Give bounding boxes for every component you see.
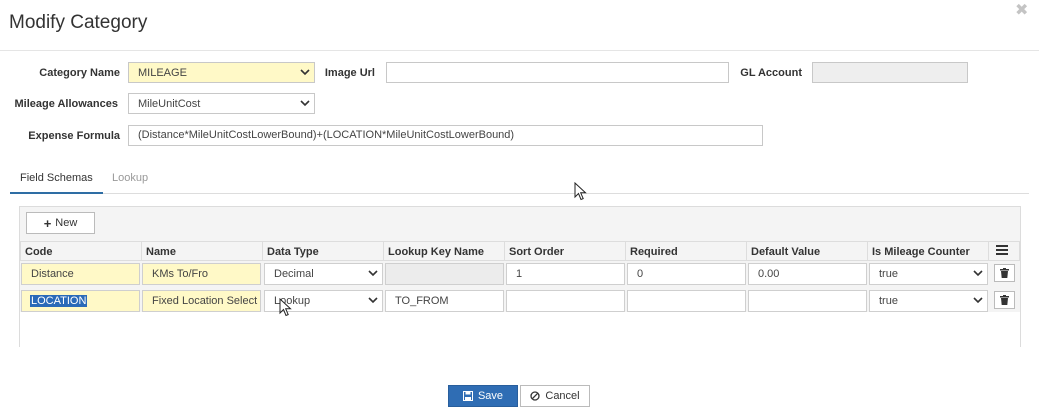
column-header-required[interactable]: Required [626,241,747,261]
row2-name-input[interactable]: Fixed Location Select [142,290,261,312]
row1-data-type-value: Decimal [274,268,314,280]
plus-icon: + [43,215,52,231]
row2-sort-order-input[interactable] [506,290,625,312]
chevron-down-icon [300,69,310,76]
row1-lookup-key-input[interactable] [385,263,504,285]
category-name-label: Category Name [39,67,120,79]
row2-code-input[interactable]: LOCATION [21,290,140,312]
hamburger-menu-icon[interactable] [996,245,1008,255]
expense-formula-input[interactable]: (Distance*MileUnitCostLowerBound)+(LOCAT… [128,125,763,146]
tabs-divider [10,193,1029,194]
row1-required-input[interactable]: 0 [627,263,746,285]
column-header-is-mileage-counter[interactable]: Is Mileage Counter [868,241,989,261]
save-button[interactable]: Save [448,385,518,407]
chevron-down-icon [300,100,310,107]
new-button[interactable]: + New [26,212,95,234]
row1-name-input[interactable]: KMs To/Fro [142,263,261,285]
category-name-value: MILEAGE [138,67,187,79]
mouse-pointer-icon [574,182,587,201]
column-header-sort-order[interactable]: Sort Order [505,241,626,261]
new-button-label: New [55,217,78,229]
chevron-down-icon [368,297,378,304]
image-url-input[interactable] [386,62,729,83]
row1-delete-button[interactable] [994,264,1015,282]
row2-lookup-key-input[interactable]: TO_FROM [385,290,504,312]
column-header-data-type[interactable]: Data Type [263,241,384,261]
save-button-label: Save [477,390,504,402]
cancel-button[interactable]: Cancel [520,385,590,407]
tab-field-schemas[interactable]: Field Schemas [10,172,103,194]
grid-empty-area [20,312,1020,347]
expense-formula-label: Expense Formula [28,130,120,142]
image-url-label: Image Url [324,67,375,79]
row2-mileage-counter-value: true [879,295,898,307]
close-icon[interactable]: ✖ [1015,0,1028,20]
row1-mileage-counter-value: true [879,268,898,280]
row1-mileage-counter-select[interactable]: true [869,263,988,285]
trash-icon [1000,295,1009,305]
column-header-code[interactable]: Code [20,241,142,261]
gl-account-input[interactable] [812,62,968,83]
column-header-name[interactable]: Name [142,241,263,261]
column-header-default-value[interactable]: Default Value [747,241,868,261]
chevron-down-icon [368,270,378,277]
header-divider [0,50,1039,51]
row1-code-input[interactable]: Distance [21,263,140,285]
ban-icon [530,391,541,401]
row2-code-value: LOCATION [30,295,88,307]
row1-sort-order-input[interactable]: 1 [506,263,625,285]
dialog-title: Modify Category [9,12,148,33]
row1-default-value-input[interactable]: 0.00 [748,263,867,285]
gl-account-label: GL Account [740,67,802,79]
row1-data-type-select[interactable]: Decimal [264,263,383,285]
floppy-disk-icon [462,391,473,401]
row2-delete-button[interactable] [994,291,1015,309]
category-name-select[interactable]: MILEAGE [128,62,315,83]
tab-lookup[interactable]: Lookup [102,172,158,194]
column-header-lookup-key-name[interactable]: Lookup Key Name [384,241,505,261]
mouse-pointer-icon [279,298,292,317]
row2-required-input[interactable] [627,290,746,312]
trash-icon [1000,268,1009,278]
chevron-down-icon [973,297,983,304]
mileage-allowances-select[interactable]: MileUnitCost [128,93,315,114]
mileage-allowances-value: MileUnitCost [138,98,201,110]
cancel-button-label: Cancel [545,390,580,402]
chevron-down-icon [973,270,983,277]
row2-default-value-input[interactable] [748,290,867,312]
mileage-allowances-label: Mileage Allowances [14,98,118,110]
row2-mileage-counter-select[interactable]: true [869,290,988,312]
